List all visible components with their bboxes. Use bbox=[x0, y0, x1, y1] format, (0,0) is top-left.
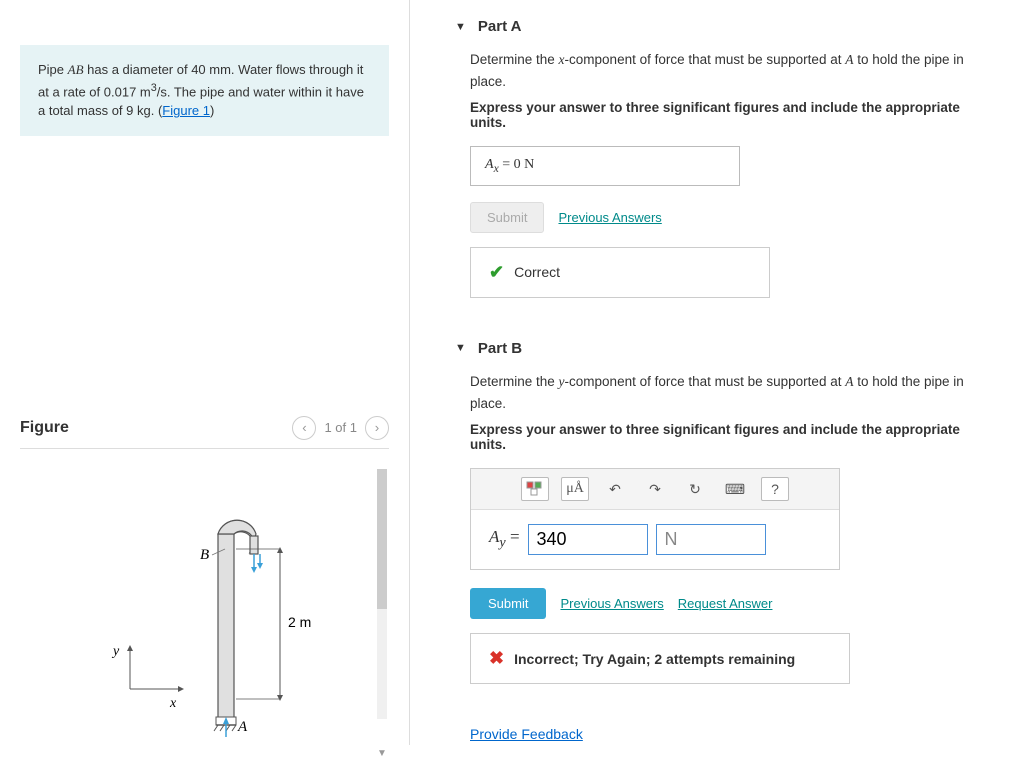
figure-link[interactable]: Figure 1 bbox=[162, 103, 210, 118]
part-a-title: Part A bbox=[478, 18, 522, 35]
part-a-body: Determine the x-component of force that … bbox=[410, 49, 1028, 322]
figure-prev-button[interactable]: ‹ bbox=[292, 416, 316, 440]
part-a-submit-button: Submit bbox=[470, 202, 544, 233]
right-panel: ▼ Part A Determine the x-component of fo… bbox=[410, 0, 1028, 745]
part-a-feedback-text: Correct bbox=[514, 264, 560, 280]
left-panel: Pipe AB has a diameter of 40 mm. Water f… bbox=[0, 0, 410, 745]
problem-statement: Pipe AB has a diameter of 40 mm. Water f… bbox=[20, 45, 389, 136]
figure-section: Figure ‹ 1 of 1 › y x bbox=[20, 416, 389, 742]
template-icon[interactable] bbox=[521, 477, 549, 501]
part-a-feedback: ✔ Correct bbox=[470, 247, 770, 298]
figure-dim-label: 2 m bbox=[288, 614, 311, 630]
part-a-header[interactable]: ▼ Part A bbox=[410, 0, 1028, 49]
collapse-icon: ▼ bbox=[455, 342, 466, 354]
figure-nav-label: 1 of 1 bbox=[324, 420, 357, 435]
part-b-value-input[interactable] bbox=[528, 524, 648, 555]
part-b-previous-answers-link[interactable]: Previous Answers bbox=[560, 596, 663, 611]
help-icon[interactable]: ? bbox=[761, 477, 789, 501]
part-a-previous-answers-link[interactable]: Previous Answers bbox=[558, 210, 661, 225]
provide-feedback-link[interactable]: Provide Feedback bbox=[410, 708, 1028, 742]
axis-y-label: y bbox=[111, 644, 120, 659]
undo-icon[interactable]: ↶ bbox=[601, 477, 629, 501]
answer-toolbar: μÅ ↶ ↷ ↻ ⌨ ? bbox=[471, 469, 839, 510]
part-b-var-label: Ay = bbox=[489, 527, 520, 551]
keyboard-icon[interactable]: ⌨ bbox=[721, 477, 749, 501]
part-b-prompt: Determine the y-component of force that … bbox=[470, 371, 998, 414]
figure-nav: ‹ 1 of 1 › bbox=[292, 416, 389, 440]
figure-image: y x B bbox=[20, 459, 389, 742]
check-icon: ✔ bbox=[489, 262, 504, 283]
part-a-answer-display: Ax = 0 N bbox=[470, 146, 740, 186]
part-b-request-answer-link[interactable]: Request Answer bbox=[678, 596, 773, 611]
axis-x-label: x bbox=[169, 696, 177, 711]
part-a-instruction: Express your answer to three significant… bbox=[470, 100, 998, 130]
part-b-answer-block: μÅ ↶ ↷ ↻ ⌨ ? Ay = bbox=[470, 468, 840, 570]
part-a-prompt: Determine the x-component of force that … bbox=[470, 49, 998, 92]
figure-title: Figure bbox=[20, 419, 69, 437]
figure-scrollbar[interactable] bbox=[377, 469, 387, 719]
collapse-icon: ▼ bbox=[455, 21, 466, 33]
part-b-title: Part B bbox=[478, 340, 522, 357]
part-b-feedback-text: Incorrect; Try Again; 2 attempts remaini… bbox=[514, 651, 795, 667]
part-b-body: Determine the y-component of force that … bbox=[410, 371, 1028, 708]
figure-label-b: B bbox=[200, 547, 209, 563]
reset-icon[interactable]: ↻ bbox=[681, 477, 709, 501]
units-icon[interactable]: μÅ bbox=[561, 477, 589, 501]
redo-icon[interactable]: ↷ bbox=[641, 477, 669, 501]
part-b-unit-input[interactable] bbox=[656, 524, 766, 555]
scroll-down-icon[interactable]: ▼ bbox=[377, 748, 387, 762]
cross-icon: ✖ bbox=[489, 648, 504, 669]
part-b-instruction: Express your answer to three significant… bbox=[470, 422, 998, 452]
part-b-submit-button[interactable]: Submit bbox=[470, 588, 546, 619]
figure-next-button[interactable]: › bbox=[365, 416, 389, 440]
part-b-header[interactable]: ▼ Part B bbox=[410, 322, 1028, 371]
part-b-feedback: ✖ Incorrect; Try Again; 2 attempts remai… bbox=[470, 633, 850, 684]
figure-label-a: A bbox=[237, 719, 248, 735]
